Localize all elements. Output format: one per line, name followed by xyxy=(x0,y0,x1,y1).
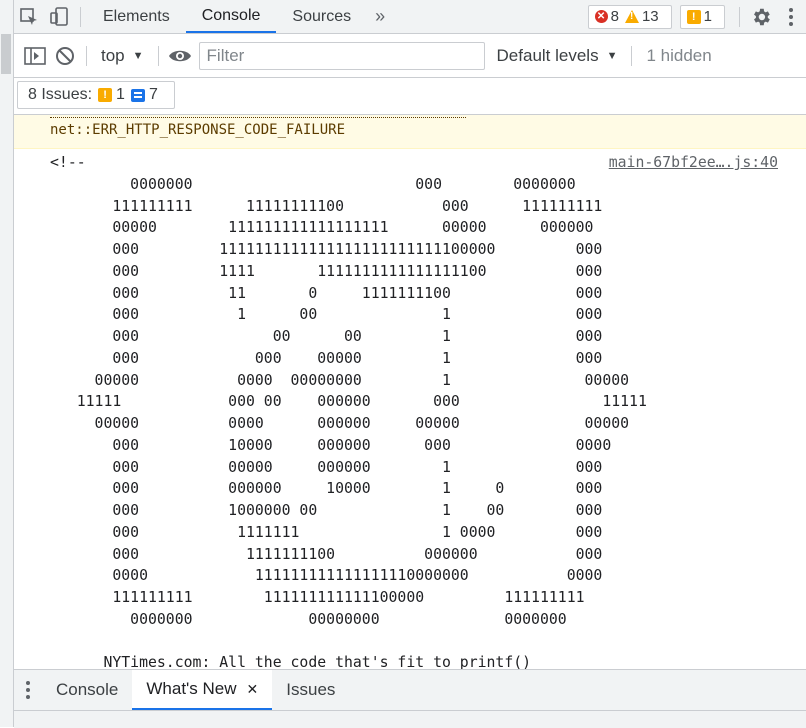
error-icon: ✕ xyxy=(594,10,608,23)
console-messages[interactable]: net::ERR_HTTP_RESPONSE_CODE_FAILURE <!--… xyxy=(14,115,806,669)
tab-sources[interactable]: Sources xyxy=(276,0,367,33)
issue-count: 1 xyxy=(703,8,712,25)
hidden-messages-count: 1 hidden xyxy=(646,45,712,65)
drawer-menu-kebab-icon[interactable] xyxy=(14,680,42,700)
drawer-tab-issues[interactable]: Issues xyxy=(272,670,349,710)
console-toolbar: top ▼ Default levels ▼ 1 hidden xyxy=(14,34,806,78)
device-toolbar-icon[interactable] xyxy=(44,2,74,32)
truncated-previous-line xyxy=(50,115,466,118)
message-source-link[interactable]: main-67bf2ee….js:40 xyxy=(609,154,778,171)
drawer-tab-whats-new[interactable]: What's New ✕ xyxy=(132,670,273,710)
dropdown-arrow-icon: ▼ xyxy=(606,49,618,62)
gutter-scroll-thumb[interactable] xyxy=(1,34,11,74)
inspect-element-icon[interactable] xyxy=(14,2,44,32)
issue-info-message-icon xyxy=(130,88,145,102)
drawer-tab-console[interactable]: Console xyxy=(42,670,132,710)
live-expression-eye-icon[interactable] xyxy=(165,41,195,71)
toolbar-separator xyxy=(631,45,633,66)
bottom-drawer: Console What's New ✕ Issues xyxy=(14,669,806,728)
more-options-kebab-icon[interactable] xyxy=(776,2,806,32)
issue-flag-icon: ! xyxy=(686,9,701,24)
warning-message-row: net::ERR_HTTP_RESPONSE_CODE_FAILURE xyxy=(14,115,806,149)
sidebar-toggle-icon[interactable] xyxy=(20,41,50,71)
filter-input[interactable] xyxy=(198,41,485,70)
tab-elements[interactable]: Elements xyxy=(87,0,186,33)
log-levels-dropdown[interactable]: Default levels ▼ xyxy=(497,46,618,66)
issues-counter[interactable]: ! 1 xyxy=(679,4,725,29)
close-tab-icon[interactable]: ✕ xyxy=(247,681,259,698)
drawer-tab-label: What's New xyxy=(146,679,237,698)
context-selector[interactable]: top ▼ xyxy=(93,46,152,66)
toolbar-separator xyxy=(739,6,740,27)
left-scroll-gutter[interactable] xyxy=(0,0,14,727)
errors-warnings-counter[interactable]: ✕ 8 13 xyxy=(587,4,672,29)
more-tabs-chevron-icon[interactable]: » xyxy=(367,6,393,27)
devtools-main-toolbar: Elements Console Sources » ✕ 8 13 ! 1 xyxy=(14,0,806,34)
tab-console[interactable]: Console xyxy=(185,0,277,33)
issues-label: 8 Issues: xyxy=(28,86,93,103)
error-count: 8 xyxy=(610,8,619,25)
warning-icon xyxy=(624,10,639,23)
clear-console-icon[interactable] xyxy=(50,41,80,71)
issue-warning-flag-icon: ! xyxy=(98,88,113,102)
warning-count: 13 xyxy=(641,8,659,25)
issues-warning-count: 1 xyxy=(116,86,125,103)
toolbar-separator xyxy=(86,45,87,66)
devtools-panel: Elements Console Sources » ✕ 8 13 ! 1 xyxy=(14,0,806,728)
warning-message-text: net::ERR_HTTP_RESPONSE_CODE_FAILURE xyxy=(50,122,346,138)
settings-gear-icon[interactable] xyxy=(746,2,776,32)
toolbar-separator xyxy=(80,6,81,27)
toolbar-separator xyxy=(157,45,159,66)
drawer-tabbar: Console What's New ✕ Issues xyxy=(14,670,806,711)
dropdown-arrow-icon: ▼ xyxy=(132,49,144,62)
issues-button[interactable]: 8 Issues: ! 1 7 xyxy=(17,81,175,109)
issues-info-count: 7 xyxy=(148,86,158,103)
context-label: top xyxy=(101,45,125,65)
ascii-art-message: <!-- 0000000 000 0000000 111111111 11111… xyxy=(50,154,647,669)
issues-bar: 8 Issues: ! 1 7 xyxy=(14,78,806,115)
levels-label: Default levels xyxy=(496,45,599,65)
